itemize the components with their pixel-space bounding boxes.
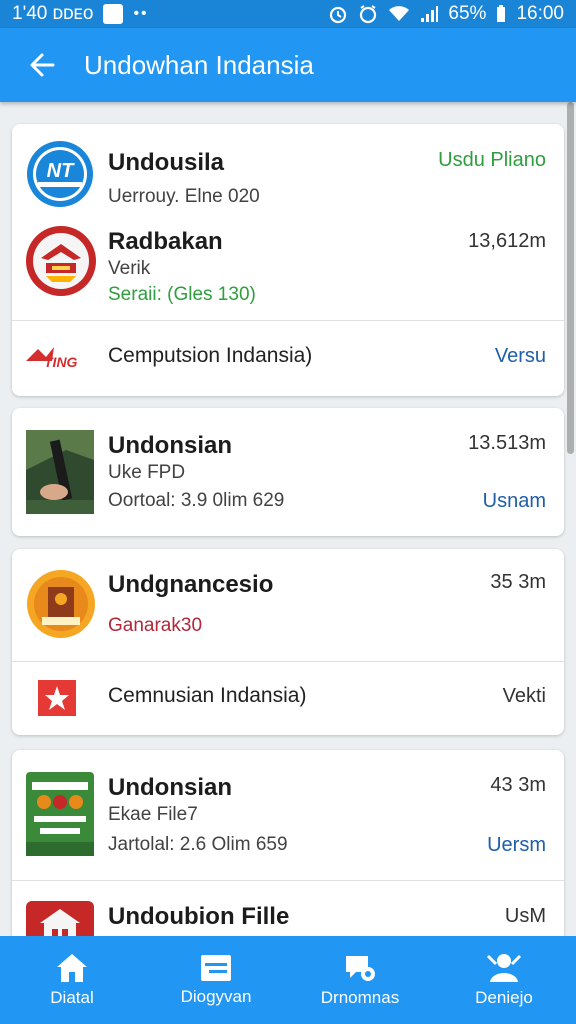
arrow-left-icon bbox=[30, 53, 55, 77]
nav-item-messages[interactable]: Drnomnas bbox=[288, 936, 432, 1024]
nav-label: Drnomnas bbox=[320, 988, 400, 1007]
nav-item-home[interactable]: Diatal bbox=[0, 936, 144, 1024]
status-time-left: 1'40 ᴅᴅᴇᴏ bbox=[12, 3, 94, 24]
result-card[interactable]: Undonsian Ekae File7 Jartolal: 2.6 Olim … bbox=[12, 750, 564, 936]
item-link[interactable]: Usnam bbox=[483, 490, 546, 513]
red-star-flag-icon bbox=[38, 680, 76, 716]
back-button[interactable] bbox=[0, 28, 84, 102]
footer-link[interactable]: Versu bbox=[495, 345, 546, 368]
item-name: Undonsian bbox=[108, 774, 232, 801]
page-title: Undowhan Indansia bbox=[84, 49, 314, 80]
photo-thumbnail-icon bbox=[26, 430, 94, 514]
item-detail: Uerrouy. Elne 020 bbox=[108, 186, 260, 207]
item-distance: UsM bbox=[504, 905, 546, 927]
scrollbar[interactable] bbox=[567, 102, 574, 454]
red-building-icon bbox=[26, 901, 94, 936]
nav-label: Diatal bbox=[50, 988, 94, 1007]
item-name: Radbakan bbox=[108, 228, 223, 255]
signal-icon bbox=[421, 6, 439, 22]
footer-label: Cemputsion Indansia) bbox=[108, 344, 313, 367]
garuda-badge-icon bbox=[26, 226, 96, 296]
nav-label: Diogyvan bbox=[180, 987, 252, 1006]
result-card[interactable]: Undonsian Uke FPD Oortoal: 3.9 0lim 629 … bbox=[12, 408, 564, 536]
list-item[interactable]: Undoubion Fille UsM bbox=[12, 880, 564, 936]
notification-icon bbox=[103, 4, 124, 24]
item-detail: Ekae File7 bbox=[108, 804, 198, 825]
svg-text:TING: TING bbox=[44, 354, 78, 370]
item-detail: Ganarak30 bbox=[108, 615, 203, 636]
item-name: Undoubion Fille bbox=[108, 903, 290, 930]
status-time-right: 16:00 bbox=[516, 3, 564, 24]
results-list[interactable]: NT Undousila Uerrouy. Elne 020 Usdu Plia… bbox=[0, 102, 576, 936]
nt-logo-icon: NT bbox=[27, 141, 93, 207]
list-item[interactable]: Undgnancesio Ganarak30 35 3m bbox=[12, 549, 564, 661]
list-item[interactable]: Undonsian Uke FPD Oortoal: 3.9 0lim 629 … bbox=[12, 408, 564, 536]
card-icon bbox=[201, 955, 231, 981]
chat-icon bbox=[346, 956, 375, 981]
result-card[interactable]: NT Undousila Uerrouy. Elne 020 Usdu Plia… bbox=[12, 124, 564, 396]
item-detail: Uke FPD bbox=[108, 462, 186, 483]
footer-label: Cemnusian Indansia) bbox=[108, 684, 307, 707]
home-icon bbox=[57, 954, 87, 982]
item-detail: Oortoal: 3.9 0lim 629 bbox=[108, 490, 285, 511]
alarm-icon bbox=[330, 6, 347, 24]
item-name: Undousila bbox=[108, 149, 225, 176]
battery-icon bbox=[497, 5, 506, 22]
more-notifications-icon: •• bbox=[133, 5, 149, 22]
list-item[interactable]: Undonsian Ekae File7 Jartolal: 2.6 Olim … bbox=[12, 750, 564, 880]
battery-percent: 65% bbox=[448, 3, 487, 24]
green-poster-icon bbox=[26, 772, 94, 856]
item-status: Usdu Pliano bbox=[438, 149, 546, 171]
item-detail: Seraii: (Gles 130) bbox=[108, 284, 256, 305]
status-bar: 1'40 ᴅᴅᴇᴏ •• 65% 16:00 bbox=[0, 0, 576, 28]
card-footer[interactable]: TING Cemputsion Indansia) Versu bbox=[12, 320, 564, 396]
item-distance: 35 3m bbox=[490, 571, 546, 593]
card-footer[interactable]: Cemnusian Indansia) Vekti bbox=[12, 661, 564, 735]
app-bar: Undowhan Indansia bbox=[0, 28, 576, 102]
orange-emblem-icon bbox=[27, 570, 95, 638]
status-right: 65% 16:00 bbox=[328, 3, 564, 25]
item-detail: Verik bbox=[108, 258, 151, 279]
nav-item-cards[interactable]: Diogyvan bbox=[144, 936, 288, 1024]
item-name: Undonsian bbox=[108, 432, 232, 459]
item-link[interactable]: Uersm bbox=[487, 834, 546, 857]
result-card[interactable]: Undgnancesio Ganarak30 35 3m Cemnusian I… bbox=[12, 549, 564, 735]
nav-item-profile[interactable]: Deniejo bbox=[432, 936, 576, 1024]
status-left: 1'40 ᴅᴅᴇᴏ •• bbox=[12, 3, 149, 25]
footer-link[interactable]: Vekti bbox=[503, 685, 546, 708]
wifi-icon bbox=[389, 6, 410, 21]
item-name: Undgnancesio bbox=[108, 571, 274, 598]
item-distance: 13.513m bbox=[468, 432, 546, 454]
list-item[interactable]: NT Undousila Uerrouy. Elne 020 Usdu Plia… bbox=[12, 124, 564, 320]
bottom-nav: Diatal Diogyvan Drnomnas Deniejo bbox=[0, 936, 576, 1024]
svg-text:NT: NT bbox=[47, 160, 75, 182]
item-distance: 13,612m bbox=[468, 230, 546, 252]
red-brand-logo-icon: TING bbox=[26, 347, 78, 370]
item-detail: Jartolal: 2.6 Olim 659 bbox=[108, 834, 288, 855]
person-badge-icon bbox=[486, 954, 522, 982]
timer-icon bbox=[360, 5, 377, 24]
nav-label: Deniejo bbox=[475, 988, 533, 1007]
item-distance: 43 3m bbox=[490, 774, 546, 796]
